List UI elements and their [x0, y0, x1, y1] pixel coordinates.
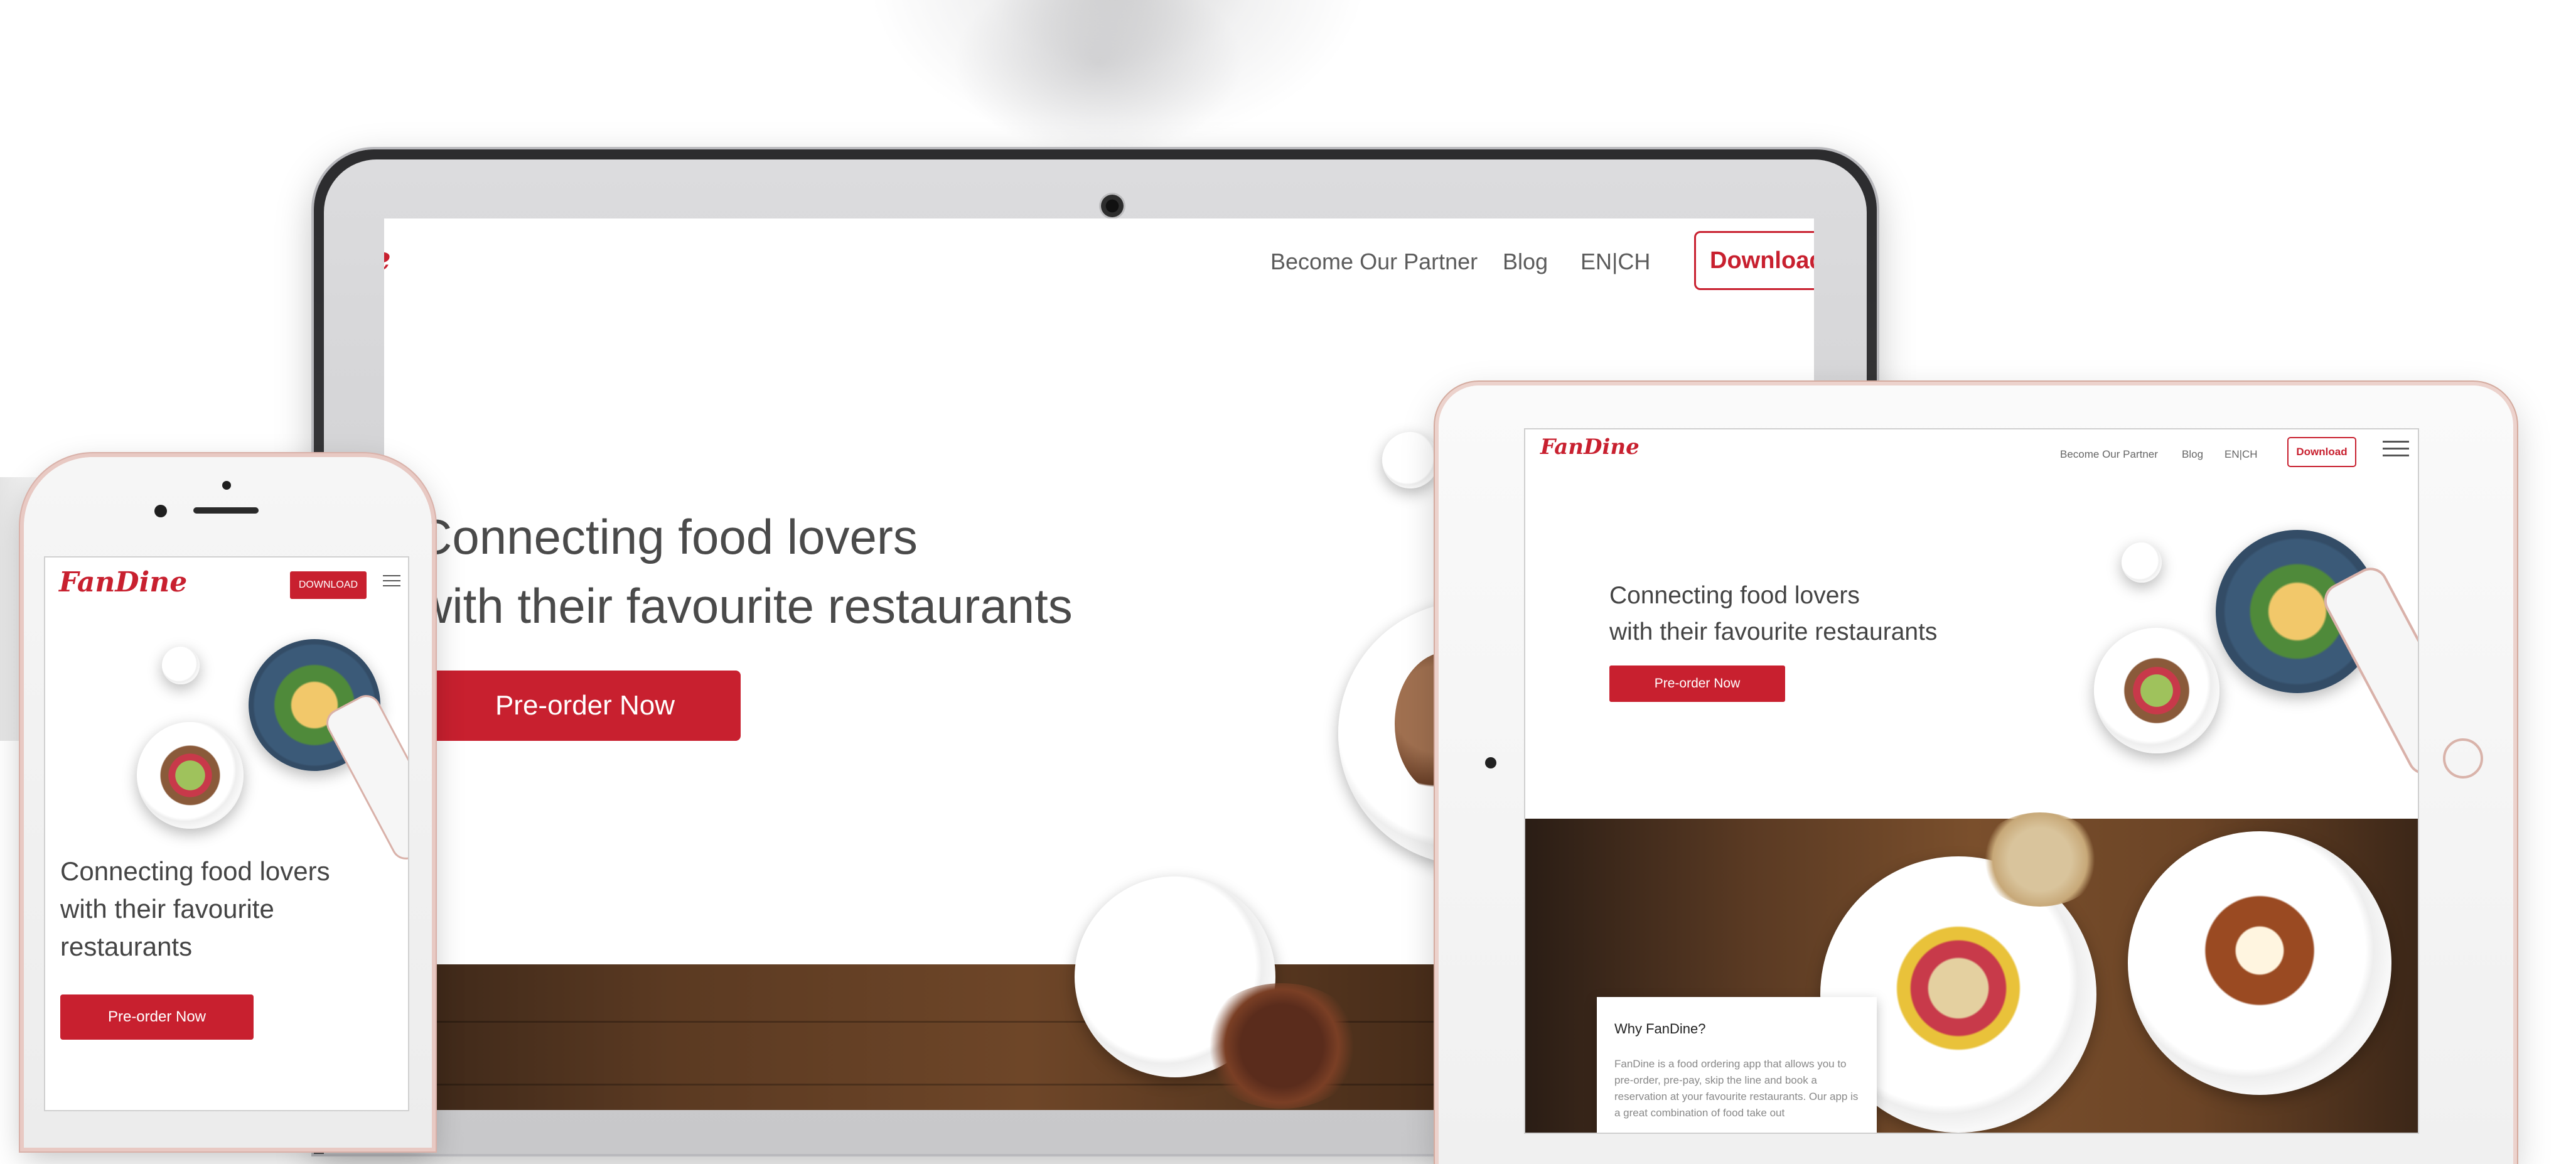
- download-button[interactable]: Download: [1694, 231, 1814, 290]
- tablet-hero-line2: with their favourite restaurants: [1609, 618, 1938, 645]
- phone-hero-line2: with their favourite: [60, 894, 274, 924]
- nav-language[interactable]: EN|CH: [1580, 249, 1650, 275]
- phone-hamburger-menu-icon[interactable]: [383, 575, 400, 590]
- hero-heading: Connecting food lovers with their favour…: [417, 502, 1073, 640]
- tablet-cup-image: [2122, 542, 2162, 583]
- hamburger-menu-icon[interactable]: [2383, 441, 2409, 461]
- tablet-salad-plate-image: [2094, 628, 2219, 753]
- why-fandine-title: Why FanDine?: [1614, 1021, 1706, 1037]
- nav-blog[interactable]: Blog: [1503, 249, 1548, 275]
- tablet-hero-line1: Connecting food lovers: [1609, 582, 1860, 609]
- pre-order-button[interactable]: Pre-order Now: [429, 671, 741, 741]
- phone-download-button[interactable]: DOWNLOAD: [290, 571, 367, 599]
- tablet-bread-basket-image: [1977, 812, 2103, 907]
- phone-cup-image: [162, 647, 200, 684]
- background-shadow: [942, 0, 1255, 163]
- phone-salad-image: [156, 741, 225, 810]
- hero-heading-line1: Connecting food lovers: [417, 509, 918, 564]
- tablet-nav-blog[interactable]: Blog: [2182, 448, 2203, 461]
- phone-hero-heading: Connecting food lovers with their favour…: [60, 853, 387, 966]
- phone-salad-plate-image: [137, 722, 244, 829]
- phone-speaker: [193, 507, 259, 514]
- phone-screen: FanDine DOWNLOAD Connecting food lovers …: [45, 558, 408, 1110]
- tablet-dish-image: [1889, 919, 2027, 1057]
- phone-hero-line1: Connecting food lovers: [60, 856, 330, 886]
- why-fandine-body: FanDine is a food ordering app that allo…: [1614, 1058, 1859, 1119]
- tablet-nav-language[interactable]: EN|CH: [2224, 448, 2258, 461]
- tablet-screen: FanDine Become Our Partner Blog EN|CH Do…: [1525, 429, 2418, 1133]
- tablet-pre-order-button[interactable]: Pre-order Now: [1609, 666, 1785, 702]
- tablet-download-button[interactable]: Download: [2287, 437, 2356, 467]
- phone-logo[interactable]: FanDine: [59, 566, 187, 598]
- tablet-fries-image: [2203, 881, 2316, 1020]
- hero-heading-line2: with their favourite restaurants: [417, 578, 1073, 633]
- phone-pre-order-button[interactable]: Pre-order Now: [60, 994, 254, 1040]
- steak-image: [1200, 983, 1363, 1109]
- tablet-hero-heading: Connecting food lovers with their favour…: [1609, 578, 1937, 650]
- tablet-logo[interactable]: FanDine: [1540, 434, 1640, 460]
- laptop-logo[interactable]: ne: [384, 240, 391, 278]
- tablet-mockup: FanDine Become Our Partner Blog EN|CH Do…: [1439, 385, 2513, 1164]
- phone-mini-phone-image: [324, 692, 408, 862]
- phone-hero-line3: restaurants: [60, 932, 193, 961]
- home-button-icon[interactable]: [2443, 738, 2483, 779]
- phone-sensor-icon: [154, 505, 167, 517]
- small-cup-image: [1382, 432, 1439, 488]
- nav-become-partner[interactable]: Become Our Partner: [1270, 249, 1478, 275]
- phone-mockup: FanDine DOWNLOAD Connecting food lovers …: [24, 457, 432, 1148]
- why-fandine-card: Why FanDine? FanDine is a food ordering …: [1597, 997, 1877, 1133]
- tablet-fries-plate-image: [2128, 831, 2391, 1095]
- tablet-salad-image: [2119, 653, 2194, 728]
- phone-camera-icon: [222, 481, 231, 490]
- camera-icon: [1101, 195, 1124, 217]
- tablet-camera-icon: [1485, 757, 1496, 768]
- tablet-nav-become-partner[interactable]: Become Our Partner: [2060, 448, 2158, 461]
